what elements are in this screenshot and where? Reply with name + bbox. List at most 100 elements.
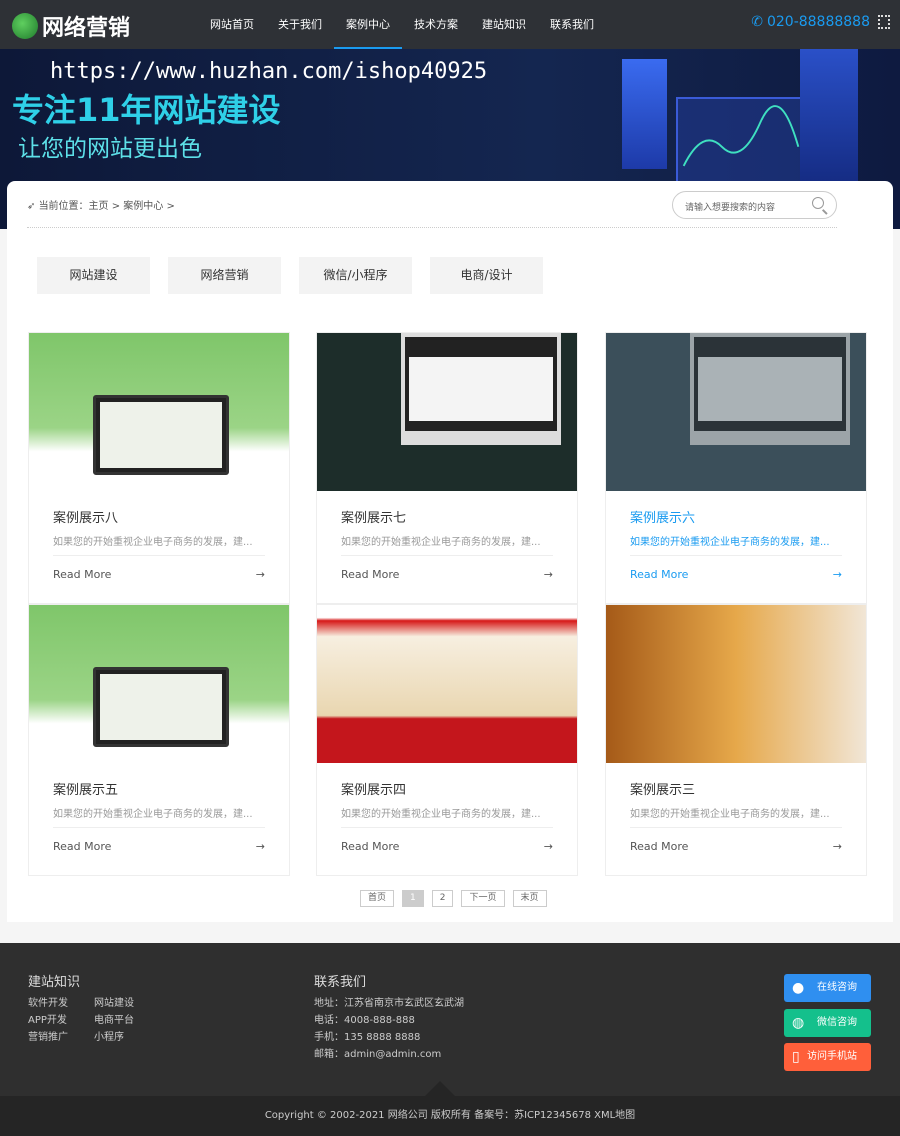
wechat-consult-button[interactable]: ◍ 微信咨询 xyxy=(784,1009,871,1037)
search-input[interactable]: 请输入想要搜索的内容 xyxy=(672,191,837,219)
read-more-link[interactable]: Read More xyxy=(630,568,688,581)
footer-links: 网站建设 电商平台 小程序 xyxy=(94,995,134,1046)
page-next[interactable]: 下一页 xyxy=(461,890,505,907)
copyright: Copyright © 2002-2021 网络公司 版权所有 备案号：苏ICP… xyxy=(0,1096,900,1136)
banner-chart-decoration xyxy=(676,97,806,187)
page-first[interactable]: 首页 xyxy=(360,890,395,907)
banner-decoration xyxy=(800,49,858,189)
main-content: ➶ 当前位置：主页 > 案例中心 > 请输入想要搜索的内容 网站建设 网络营销 … xyxy=(7,181,893,922)
arrow-right-icon[interactable]: → xyxy=(256,568,265,581)
case-desc: 如果您的开始重视企业电子商务的发展，建... xyxy=(630,809,830,820)
case-title[interactable]: 案例展示三 xyxy=(630,779,842,801)
case-title[interactable]: 案例展示八 xyxy=(53,507,265,529)
read-more-link[interactable]: Read More xyxy=(341,840,399,853)
case-thumbnail[interactable] xyxy=(606,605,866,763)
footer-knowledge-title: 建站知识 xyxy=(28,975,81,990)
nav-solutions[interactable]: 技术方案 xyxy=(402,0,470,49)
case-card[interactable]: 案例展示八如果您的开始重视企业电子商务的发展，建... Read More → xyxy=(28,332,290,604)
case-title[interactable]: 案例展示六 xyxy=(630,507,842,529)
case-card[interactable]: 案例展示五如果您的开始重视企业电子商务的发展，建... Read More → xyxy=(28,604,290,876)
case-thumbnail[interactable] xyxy=(606,333,866,491)
contact-mobile: 手机：135 8888 8888 xyxy=(314,1032,421,1043)
logo[interactable]: 网络营销 xyxy=(12,10,130,42)
case-card[interactable]: 案例展示六如果您的开始重视企业电子商务的发展，建... Read More → xyxy=(605,332,867,604)
filter-ecommerce[interactable]: 电商/设计 xyxy=(430,257,543,294)
case-desc: 如果您的开始重视企业电子商务的发展，建... xyxy=(341,809,541,820)
footer-link[interactable]: 软件开发 xyxy=(28,998,68,1009)
search-placeholder: 请输入想要搜索的内容 xyxy=(685,203,776,213)
header: 网络营销 网站首页 关于我们 案例中心 技术方案 建站知识 联系我们 ✆ 020-… xyxy=(0,0,900,49)
mobile-site-button[interactable]: ▯ 访问手机站 xyxy=(784,1043,871,1071)
page-2[interactable]: 2 xyxy=(431,890,454,907)
contact-email: 邮箱：admin@admin.com xyxy=(314,1049,442,1060)
online-consult-button[interactable]: ● 在线咨询 xyxy=(784,974,871,1002)
breadcrumb: ➶ 当前位置：主页 > 案例中心 > xyxy=(27,197,175,212)
divider xyxy=(27,227,837,228)
nav-knowledge[interactable]: 建站知识 xyxy=(470,0,538,49)
read-more-link[interactable]: Read More xyxy=(630,840,688,853)
read-more-link[interactable]: Read More xyxy=(341,568,399,581)
banner-subtitle: 让您的网站更出色 xyxy=(18,136,202,162)
filter-marketing[interactable]: 网络营销 xyxy=(168,257,281,294)
wechat-icon: ◍ xyxy=(792,1015,805,1031)
arrow-right-icon[interactable]: → xyxy=(544,840,553,853)
location-icon: ➶ xyxy=(27,201,39,212)
banner-url: https://www.huzhan.com/ishop40925 xyxy=(50,59,488,84)
case-desc: 如果您的开始重视企业电子商务的发展，建... xyxy=(53,809,253,820)
main-nav: 网站首页 关于我们 案例中心 技术方案 建站知识 联系我们 xyxy=(198,0,606,49)
filter-website[interactable]: 网站建设 xyxy=(37,257,150,294)
search-icon[interactable] xyxy=(812,197,824,209)
page-last[interactable]: 末页 xyxy=(512,890,547,907)
phone-icon: ✆ xyxy=(751,14,763,30)
footer-link[interactable]: 小程序 xyxy=(94,1032,124,1043)
contact-address: 地址：江苏省南京市玄武区玄武湖 xyxy=(314,998,464,1009)
pagination: 首页 1 2 下一页 末页 xyxy=(360,890,547,907)
page-1[interactable]: 1 xyxy=(402,890,424,907)
case-title[interactable]: 案例展示四 xyxy=(341,779,553,801)
case-thumbnail[interactable] xyxy=(317,333,577,491)
footer-triangle xyxy=(425,1081,455,1096)
nav-cases[interactable]: 案例中心 xyxy=(334,0,402,49)
case-thumbnail[interactable] xyxy=(317,605,577,763)
arrow-right-icon[interactable]: → xyxy=(256,840,265,853)
phone: ✆ 020-88888888 xyxy=(751,14,890,30)
breadcrumb-text[interactable]: 当前位置：主页 > 案例中心 > xyxy=(39,201,175,212)
banner-title: 专注11年网站建设 xyxy=(12,91,281,129)
footer-link[interactable]: 营销推广 xyxy=(28,1032,68,1043)
nav-about[interactable]: 关于我们 xyxy=(266,0,334,49)
footer-contact-title: 联系我们 xyxy=(314,975,367,990)
logo-text: 网络营销 xyxy=(42,16,131,41)
footer-link[interactable]: APP开发 xyxy=(28,1015,67,1026)
footer-links: 软件开发 APP开发 营销推广 xyxy=(28,995,68,1046)
nav-home[interactable]: 网站首页 xyxy=(198,0,266,49)
case-card[interactable]: 案例展示七如果您的开始重视企业电子商务的发展，建... Read More → xyxy=(316,332,578,604)
case-thumbnail[interactable] xyxy=(29,333,289,491)
arrow-right-icon[interactable]: → xyxy=(833,568,842,581)
arrow-right-icon[interactable]: → xyxy=(544,568,553,581)
case-card[interactable]: 案例展示四如果您的开始重视企业电子商务的发展，建... Read More → xyxy=(316,604,578,876)
case-title[interactable]: 案例展示五 xyxy=(53,779,265,801)
arrow-right-icon[interactable]: → xyxy=(833,840,842,853)
footer-link[interactable]: 网站建设 xyxy=(94,998,134,1009)
case-desc: 如果您的开始重视企业电子商务的发展，建... xyxy=(341,537,541,548)
footer-contact: 地址：江苏省南京市玄武区玄武湖 电话：4008-888-888 手机：135 8… xyxy=(314,995,464,1063)
qrcode-icon[interactable] xyxy=(878,15,890,29)
case-title[interactable]: 案例展示七 xyxy=(341,507,553,529)
qq-icon: ● xyxy=(792,980,805,996)
filter-wechat[interactable]: 微信/小程序 xyxy=(299,257,412,294)
nav-contact[interactable]: 联系我们 xyxy=(538,0,606,49)
case-card[interactable]: 案例展示三如果您的开始重视企业电子商务的发展，建... Read More → xyxy=(605,604,867,876)
contact-phone: 电话：4008-888-888 xyxy=(314,1015,415,1026)
mobile-icon: ▯ xyxy=(792,1049,800,1065)
logo-icon xyxy=(12,13,38,39)
case-desc: 如果您的开始重视企业电子商务的发展，建... xyxy=(630,537,830,548)
read-more-link[interactable]: Read More xyxy=(53,840,111,853)
category-filters: 网站建设 网络营销 微信/小程序 电商/设计 xyxy=(37,257,543,294)
footer: 建站知识 软件开发 APP开发 营销推广 网站建设 电商平台 小程序 联系我们 … xyxy=(0,943,900,1096)
phone-number: 020-88888888 xyxy=(766,14,870,30)
banner-decoration xyxy=(622,59,667,169)
footer-link[interactable]: 电商平台 xyxy=(94,1015,134,1026)
read-more-link[interactable]: Read More xyxy=(53,568,111,581)
case-desc: 如果您的开始重视企业电子商务的发展，建... xyxy=(53,537,253,548)
case-thumbnail[interactable] xyxy=(29,605,289,763)
